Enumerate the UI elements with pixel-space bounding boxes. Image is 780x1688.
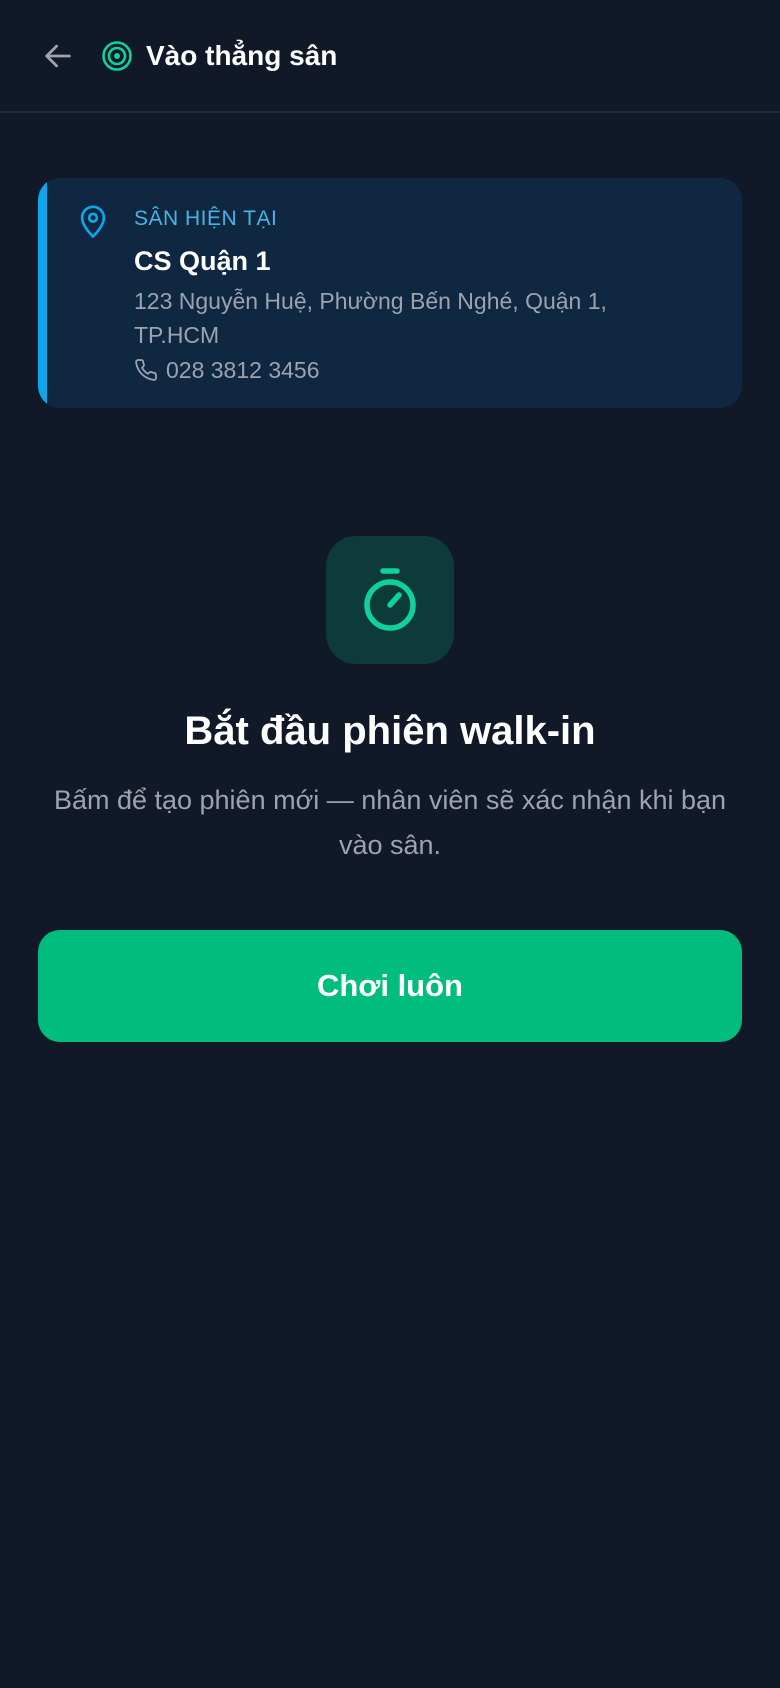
phone-number: 028 3812 3456 (166, 357, 320, 383)
card-accent-bar (38, 178, 47, 408)
arrow-left-icon (45, 44, 71, 68)
current-court-label: SÂN HIỆN TẠI (134, 207, 278, 230)
stopwatch-icon (364, 568, 416, 631)
phone-icon (135, 359, 157, 381)
court-name: CS Quận 1 (134, 246, 271, 276)
map-pin-icon (80, 205, 106, 238)
session-headline: Bắt đầu phiên walk-in (184, 709, 596, 753)
stopwatch-tile (326, 536, 454, 664)
play-now-button[interactable]: Chơi luôn (38, 930, 742, 1042)
court-phone[interactable]: 028 3812 3456 (134, 353, 320, 387)
page-title: Vào thẳng sân (146, 40, 338, 71)
current-court-card: SÂN HIỆN TẠI CS Quận 1 123 Nguyễn Huệ, P… (38, 178, 742, 408)
back-button[interactable] (36, 34, 80, 78)
walk-in-screen: Vào thẳng sân SÂN HIỆN TẠI CS Quận 1 123… (0, 0, 780, 1688)
session-description: Bấm để tạo phiên mới — nhân viên sẽ xác … (53, 785, 727, 860)
court-address: 123 Nguyễn Huệ, Phường Bến Nghé, Quận 1,… (134, 288, 607, 348)
top-bar: Vào thẳng sân (0, 0, 780, 113)
target-icon (102, 41, 132, 71)
